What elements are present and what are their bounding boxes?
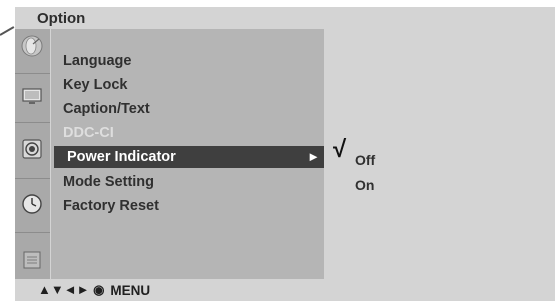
- clock-icon[interactable]: [19, 191, 45, 217]
- speaker-icon[interactable]: [19, 136, 45, 162]
- menu-item-ddc-ci: DDC-CI: [63, 125, 114, 141]
- menu-item-caption-text[interactable]: Caption/Text: [63, 99, 150, 119]
- navigation-keys-icon: ▲▼◄► ◉: [38, 282, 105, 297]
- menu-key-label: MENU: [110, 282, 151, 298]
- option-on[interactable]: On: [355, 175, 374, 195]
- submenu-arrow-icon: ►: [307, 149, 320, 164]
- osd-menu: Option Language Key Lock Caption/Text DD…: [15, 7, 555, 301]
- menu-item-factory-reset[interactable]: Factory Reset: [63, 196, 159, 216]
- monitor-icon[interactable]: [19, 83, 45, 109]
- title-bar: Option: [15, 7, 555, 29]
- category-icon-column: [15, 29, 50, 279]
- callout-line: [0, 26, 15, 36]
- submenu-panel: √ Off On: [325, 29, 555, 279]
- icon-separator: [15, 73, 50, 74]
- menu-item-key-lock[interactable]: Key Lock: [63, 75, 127, 95]
- option-off[interactable]: Off: [355, 150, 375, 170]
- icon-separator: [15, 232, 50, 233]
- check-mark-icon: √: [333, 136, 347, 163]
- icon-separator: [15, 122, 50, 123]
- satellite-dish-icon[interactable]: [19, 33, 45, 59]
- menu-title: Option: [37, 10, 86, 27]
- settings-panel-icon[interactable]: [19, 247, 45, 273]
- icon-separator: [15, 178, 50, 179]
- menu-list: Language Key Lock Caption/Text DDC-CI Po…: [51, 29, 324, 279]
- menu-item-language[interactable]: Language: [63, 51, 131, 71]
- footer-bar: ▲▼◄► ◉ MENU: [15, 279, 555, 301]
- menu-item-mode-setting[interactable]: Mode Setting: [63, 172, 154, 192]
- menu-item-power-indicator[interactable]: Power Indicator ►: [54, 146, 324, 168]
- menu-body: Language Key Lock Caption/Text DDC-CI Po…: [15, 29, 555, 279]
- menu-item-label: Power Indicator: [67, 149, 176, 165]
